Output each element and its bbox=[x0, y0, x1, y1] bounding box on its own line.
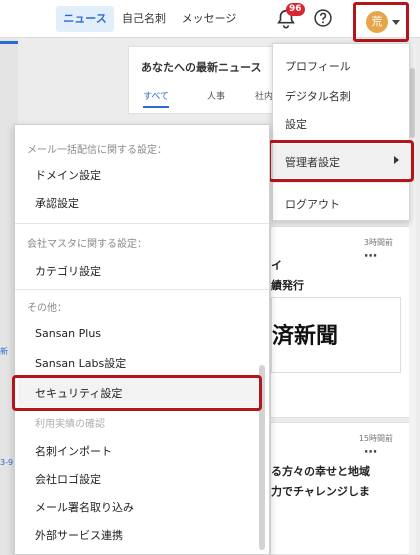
news-filter-all[interactable]: すべて bbox=[143, 89, 170, 108]
chevron-down-icon[interactable] bbox=[392, 20, 400, 25]
menu-item-usage-history: 利用実績の確認 bbox=[35, 419, 105, 430]
card-headline: 績発行 bbox=[271, 279, 304, 292]
menu-item-sansan-plus[interactable]: Sansan Plus bbox=[35, 327, 101, 340]
news-panel-title: あなたへの最新ニュース bbox=[141, 61, 262, 74]
menu-item-domain-settings[interactable]: ドメイン設定 bbox=[35, 167, 101, 183]
section-heading-company-master: 会社マスタに関する設定： bbox=[27, 239, 147, 250]
menu-item-profile[interactable]: プロフィール bbox=[285, 58, 351, 74]
menu-item-email-signature-import[interactable]: メール署名取り込み bbox=[35, 499, 134, 515]
menu-item-category-settings[interactable]: カテゴリ設定 bbox=[35, 263, 101, 279]
more-options-icon[interactable]: ⋯ bbox=[364, 249, 377, 264]
tab-messages[interactable]: メッセージ bbox=[176, 6, 242, 32]
more-options-icon[interactable]: ⋯ bbox=[364, 445, 377, 460]
news-card[interactable]: 3時間前 ⋯ イ 績発行 済新聞 bbox=[270, 226, 410, 418]
security-settings-highlight-box bbox=[12, 375, 262, 411]
left-fragment-text: 3-9 bbox=[0, 458, 14, 467]
admin-settings-submenu: メール一括配信に関する設定： ドメイン設定 承認設定 会社マスタに関する設定： … bbox=[14, 124, 270, 555]
user-menu-button[interactable]: 荒 bbox=[353, 2, 409, 42]
menu-item-sansan-labs-settings[interactable]: Sansan Labs設定 bbox=[35, 355, 126, 371]
menu-divider bbox=[15, 223, 269, 224]
tab-my-card[interactable]: 自己名刺 bbox=[118, 6, 170, 32]
news-filter-personnel[interactable]: 人事 bbox=[207, 89, 225, 102]
menu-item-company-logo-settings[interactable]: 会社ロゴ設定 bbox=[35, 471, 101, 487]
top-navigation-bar: ニュース 自己名刺 メッセージ 96 荒 bbox=[0, 0, 420, 42]
news-filter-internal[interactable]: 社内 bbox=[255, 89, 273, 102]
card-headline: る方々の幸せと地域 bbox=[271, 465, 370, 478]
menu-item-approval-settings[interactable]: 承認設定 bbox=[35, 195, 79, 211]
menu-divider bbox=[15, 289, 269, 290]
newspaper-logo: 済新聞 bbox=[271, 297, 401, 373]
profile-dropdown-menu: プロフィール デジタル名刺 設定 管理者設定 ログアウト bbox=[272, 43, 411, 221]
menu-item-digital-card[interactable]: デジタル名刺 bbox=[285, 88, 351, 104]
section-heading-other: その他： bbox=[27, 303, 67, 314]
menu-item-card-import[interactable]: 名刺インポート bbox=[35, 443, 112, 459]
help-circle-icon[interactable] bbox=[313, 8, 333, 28]
menu-divider bbox=[273, 182, 411, 183]
news-card[interactable]: 15時間前 ⋯ る方々の幸せと地域 力でチャレンジしま bbox=[270, 422, 410, 555]
notification-count-badge: 96 bbox=[286, 3, 305, 16]
menu-item-external-service-integration[interactable]: 外部サービス連携 bbox=[35, 527, 123, 543]
menu-item-settings[interactable]: 設定 bbox=[285, 116, 307, 132]
avatar[interactable]: 荒 bbox=[366, 11, 388, 33]
card-headline: 力でチャレンジしま bbox=[271, 485, 370, 498]
menu-item-logout[interactable]: ログアウト bbox=[285, 196, 340, 212]
card-headline: イ bbox=[271, 259, 282, 272]
card-timestamp: 15時間前 bbox=[358, 434, 393, 443]
tab-news[interactable]: ニュース bbox=[56, 6, 114, 32]
page-scrollbar[interactable] bbox=[409, 44, 416, 554]
section-heading-mail-delivery: メール一括配信に関する設定： bbox=[27, 145, 167, 156]
left-fragment-text: 新 bbox=[0, 347, 8, 356]
admin-settings-highlight-box bbox=[268, 140, 414, 182]
newspaper-logo-text: 済新聞 bbox=[272, 323, 339, 349]
page-scrollbar-thumb[interactable] bbox=[410, 68, 415, 138]
sidebar-accent-line bbox=[0, 41, 18, 44]
card-timestamp: 3時間前 bbox=[363, 238, 393, 247]
